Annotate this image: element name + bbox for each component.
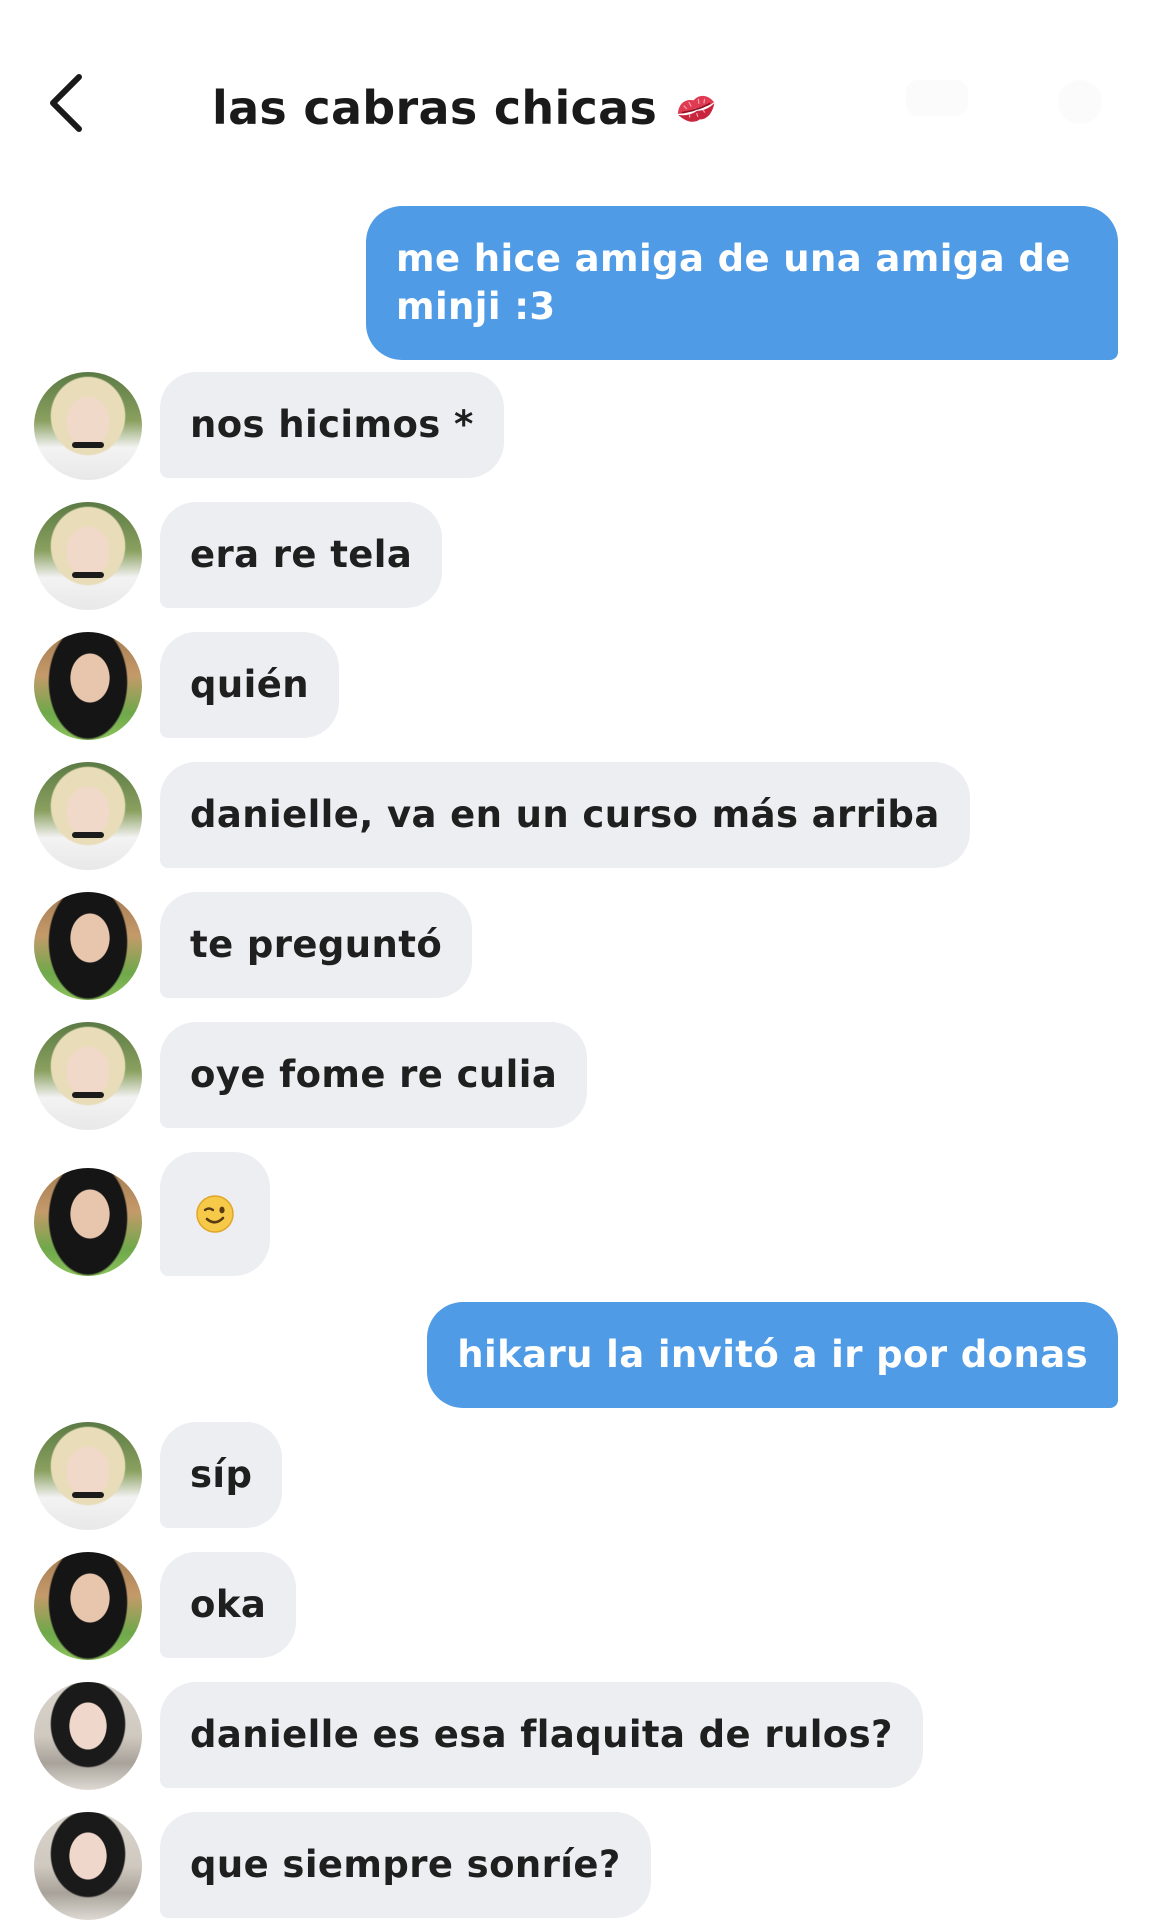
chat-screen: las cabras chicas me hice amiga de una a… [0, 0, 1152, 1920]
winking-face-icon [196, 1195, 234, 1233]
avatar[interactable] [34, 892, 142, 1000]
message-row: danielle es esa flaquita de rulos? [0, 1682, 1152, 1790]
message-bubble-incoming[interactable]: oye fome re culia [160, 1022, 588, 1128]
message-row: oye fome re culia [0, 1022, 1152, 1130]
message-row: te preguntó [0, 892, 1152, 1000]
message-row: era re tela [0, 502, 1152, 610]
avatar[interactable] [34, 1812, 142, 1920]
avatar[interactable] [34, 1552, 142, 1660]
message-row: síp [0, 1422, 1152, 1530]
message-row: oka [0, 1552, 1152, 1660]
avatar[interactable] [34, 1682, 142, 1790]
message-row: que siempre sonríe? [0, 1812, 1152, 1920]
message-bubble-incoming[interactable]: quién [160, 632, 339, 738]
message-bubble-incoming[interactable]: te preguntó [160, 892, 473, 998]
avatar[interactable] [34, 1422, 142, 1530]
message-row: me hice amiga de una amiga de minji :3 [0, 206, 1152, 360]
message-bubble-incoming[interactable]: danielle es esa flaquita de rulos? [160, 1682, 923, 1788]
message-row: hikaru la invitó a ir por donas [0, 1302, 1152, 1410]
message-bubble-incoming[interactable]: oka [160, 1552, 297, 1658]
message-bubble-incoming[interactable] [160, 1152, 270, 1276]
message-row: danielle, va en un curso más arriba [0, 762, 1152, 870]
avatar[interactable] [34, 1022, 142, 1130]
avatar[interactable] [34, 502, 142, 610]
avatar[interactable] [34, 632, 142, 740]
message-bubble-outgoing[interactable]: me hice amiga de una amiga de minji :3 [366, 206, 1118, 360]
message-row: nos hicimos * [0, 372, 1152, 480]
message-bubble-incoming[interactable]: nos hicimos * [160, 372, 504, 478]
avatar[interactable] [34, 762, 142, 870]
message-row [0, 1152, 1152, 1276]
message-row: quién [0, 632, 1152, 740]
message-bubble-incoming[interactable]: síp [160, 1422, 283, 1528]
message-list: me hice amiga de una amiga de minji :3 n… [0, 0, 1152, 1920]
message-bubble-incoming[interactable]: era re tela [160, 502, 443, 608]
message-bubble-incoming[interactable]: danielle, va en un curso más arriba [160, 762, 970, 868]
avatar[interactable] [34, 372, 142, 480]
message-bubble-outgoing[interactable]: hikaru la invitó a ir por donas [427, 1302, 1118, 1408]
message-bubble-incoming[interactable]: que siempre sonríe? [160, 1812, 651, 1918]
avatar[interactable] [34, 1168, 142, 1276]
